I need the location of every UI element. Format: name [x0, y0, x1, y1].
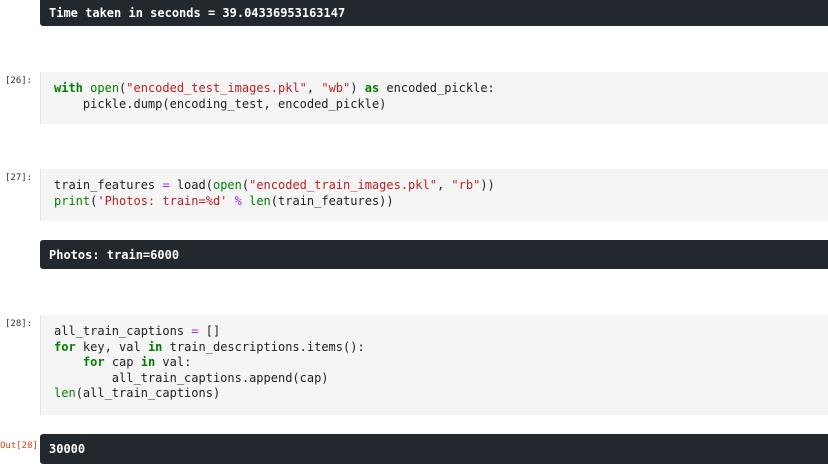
code-text: train_features [54, 178, 163, 192]
builtin-len: len [249, 193, 271, 208]
cell-prompt-27: [27]: [5, 173, 33, 183]
output-time-taken: Time taken in seconds = 39.0433695316314… [40, 0, 828, 26]
code-cell-28[interactable]: all_train_captions = [] for key, val in … [40, 315, 828, 415]
code-text: (train_features)) [270, 193, 394, 208]
code-line: all_train_captions = [] [54, 324, 828, 340]
code-line: for cap in val: [54, 355, 828, 371]
output-text: Time taken in seconds = 39.0433695316314… [49, 6, 346, 20]
code-text: load( [169, 178, 213, 192]
code-line: all_train_captions.append(cap) [54, 370, 329, 385]
operator: % [234, 193, 242, 208]
cell-prompt-26: [26]: [5, 76, 33, 86]
code-text: [] [198, 324, 221, 338]
keyword-in: in [140, 355, 156, 369]
keyword-for: for [54, 339, 76, 354]
builtin-print: print [54, 193, 91, 208]
code-line: len(all_train_captions) [54, 386, 828, 402]
code-text: val: [155, 355, 192, 369]
code-text: ) [350, 81, 365, 95]
builtin-open: open [212, 178, 242, 192]
output-photos-train: Photos: train=6000 [40, 240, 828, 269]
output-text: 30000 [49, 442, 86, 456]
code-text: )) [480, 178, 495, 192]
builtin-open: open [90, 81, 120, 95]
operator: = [162, 178, 170, 192]
output-text: Photos: train=6000 [49, 247, 180, 262]
keyword-in: in [147, 339, 163, 354]
code-line: train_features = load(open("encoded_trai… [54, 178, 828, 194]
output-28-result: 30000 [40, 434, 828, 464]
operator: = [191, 324, 199, 338]
string-literal: "encoded_test_images.pkl" [126, 81, 307, 95]
keyword-for: for [82, 355, 105, 369]
code-text: , [306, 81, 322, 95]
string-literal: 'Photos: train=%d' [97, 193, 228, 208]
code-text: (all_train_captions) [75, 386, 221, 400]
string-literal: "rb" [451, 178, 481, 192]
code-text: cap [104, 355, 141, 369]
code-text: encoded_pickle: [379, 81, 495, 95]
builtin-len: len [54, 386, 76, 400]
code-text: train_descriptions.items(): [162, 339, 365, 354]
keyword-as: as [364, 81, 380, 95]
code-line: for key, val in train_descriptions.items… [54, 340, 828, 356]
code-cell-27[interactable]: train_features = load(open("encoded_trai… [40, 169, 828, 221]
code-text: key, val [75, 339, 148, 354]
code-text: , [436, 178, 452, 192]
string-literal: "encoded_train_images.pkl" [249, 178, 437, 192]
string-literal: "wb" [321, 81, 351, 95]
code-cell-26[interactable]: with open("encoded_test_images.pkl", "wb… [40, 72, 828, 124]
output-prompt-28: Out[28]: [0, 441, 44, 451]
code-line: with open("encoded_test_images.pkl", "wb… [54, 81, 828, 97]
code-text: all_train_captions [54, 324, 192, 338]
keyword-with: with [54, 81, 83, 95]
cell-prompt-28: [28]: [5, 319, 33, 329]
code-line: pickle.dump(encoding_test, encoded_pickl… [54, 96, 387, 111]
code-line: print('Photos: train=%d' % len(train_fea… [54, 194, 828, 210]
